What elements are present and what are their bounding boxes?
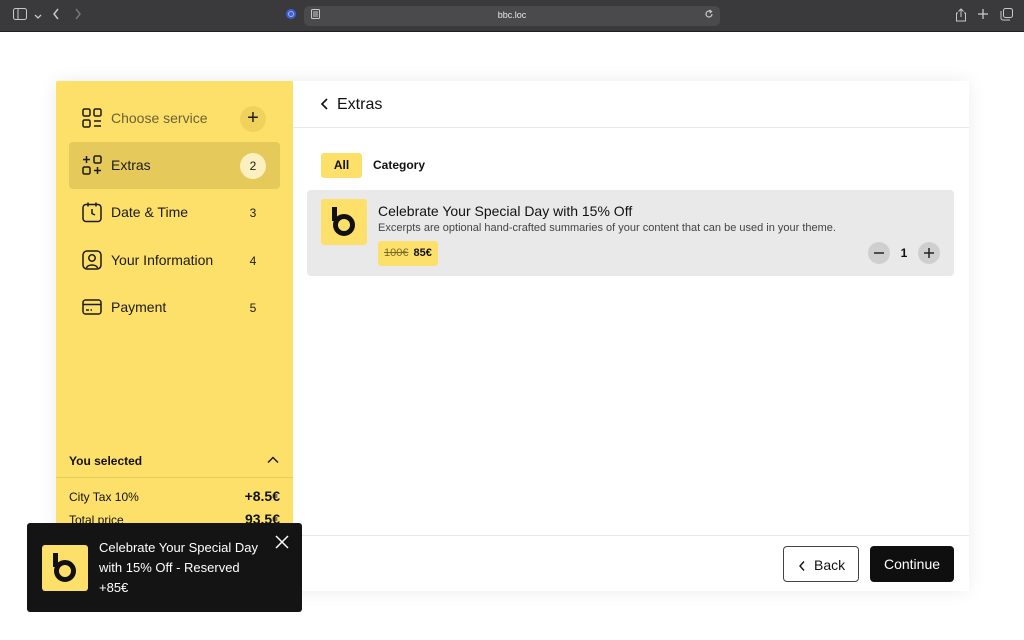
chevron-left-icon [798,559,806,571]
panel-footer: Back Continue [293,535,969,591]
back-chevron-icon[interactable] [319,97,331,111]
tabs-icon[interactable] [998,8,1014,24]
booking-card: Choose service + Extras 2 Date & Time 3 … [56,81,969,591]
panel-header: Extras [293,81,969,128]
brand-logo [321,199,367,245]
back-button[interactable]: Back [783,546,859,582]
back-button-label: Back [814,557,846,573]
share-icon[interactable] [953,8,969,24]
shield-icon [283,8,299,24]
step-payment[interactable]: Payment 5 [69,284,280,331]
old-price: 100€ [384,247,409,259]
continue-button[interactable]: Continue [870,546,954,582]
extras-icon [81,154,103,176]
step-extras[interactable]: Extras 2 [69,142,280,189]
step-label: Payment [111,299,167,315]
chevron-up-icon[interactable] [266,453,280,467]
extra-item[interactable]: Celebrate Your Special Day with 15% Off … [307,190,954,276]
back-icon[interactable] [48,8,64,24]
url-text[interactable]: bbc.loc [304,10,720,20]
price-tag: 100€ 85€ [378,241,438,266]
divider [56,477,293,478]
decrease-quantity-button[interactable] [868,242,890,264]
step-choose-service[interactable]: Choose service + [69,95,280,142]
forward-icon[interactable] [70,8,86,24]
increase-quantity-button[interactable] [918,242,940,264]
address-bar[interactable]: bbc.loc [304,6,720,26]
grid-icon [81,107,103,129]
page-title: Extras [337,96,383,113]
reload-icon[interactable] [702,9,716,23]
toast-notification: Celebrate Your Special Day with 15% Off … [27,523,302,612]
step-your-information[interactable]: Your Information 4 [69,237,280,284]
step-number-badge: 4 [249,254,257,268]
steps-sidebar: Choose service + Extras 2 Date & Time 3 … [56,81,293,591]
summary-row-label: City Tax 10% [69,490,139,504]
summary-row-city-tax: City Tax 10% +8.5€ [69,488,280,504]
step-label: Choose service [111,110,208,126]
step-label: Date & Time [111,204,189,220]
calendar-clock-icon [81,201,103,223]
step-number-badge: 3 [249,206,257,220]
toast-message: Celebrate Your Special Day with 15% Off … [99,540,258,595]
browser-toolbar: bbc.loc [0,0,1024,32]
close-icon[interactable] [274,534,290,550]
card-icon [81,296,103,318]
new-price: 85€ [413,247,432,259]
step-label: Your Information [111,252,214,268]
brand-logo [42,545,88,591]
step-date-time[interactable]: Date & Time 3 [69,189,280,236]
step-number-badge: 5 [249,301,257,315]
summary-heading: You selected [69,454,143,468]
main-panel: Extras All Category Celebrate Your Speci… [293,81,969,591]
item-title: Celebrate Your Special Day with 15% Off [378,203,633,219]
chevron-down-icon[interactable] [30,8,46,24]
step-label: Extras [111,157,151,173]
user-icon [81,249,103,271]
sidebar-icon[interactable] [12,8,28,24]
new-tab-icon[interactable] [975,8,991,24]
tab-all[interactable]: All [321,153,362,178]
step-number-badge: 2 [240,153,266,179]
tab-category[interactable]: Category [369,153,429,178]
item-description: Excerpts are optional hand-crafted summa… [378,222,836,234]
add-service-button[interactable]: + [240,106,266,132]
quantity-value: 1 [900,246,908,260]
summary-row-value: +8.5€ [244,488,280,504]
